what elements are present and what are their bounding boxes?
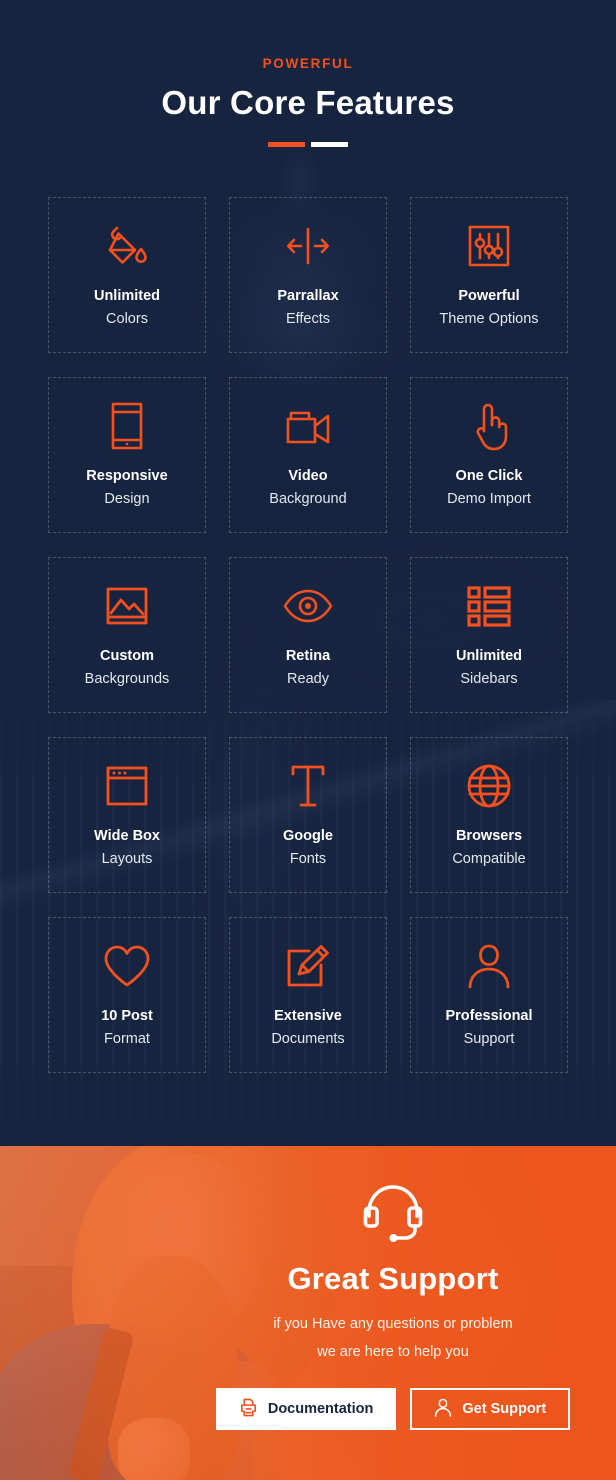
divider-bar-white <box>311 142 348 147</box>
feature-card-unlimited-colors[interactable]: Unlimited Colors <box>48 197 206 353</box>
feature-card-google-fonts[interactable]: Google Fonts <box>229 737 387 893</box>
great-support-section: Great Support if you Have any questions … <box>0 1146 616 1480</box>
feature-title: Powerful <box>458 287 520 304</box>
support-subtitle-line1: if you Have any questions or problem <box>273 1316 513 1332</box>
feature-subtitle: Support <box>463 1030 515 1047</box>
documentation-button-label: Documentation <box>267 1401 374 1418</box>
feature-subtitle: Design <box>104 490 150 507</box>
feature-card-one-click-demo-import[interactable]: One Click Demo Import <box>410 377 568 533</box>
support-subtitle-line2: we are here to help you <box>317 1343 469 1360</box>
text-type-icon <box>290 760 326 812</box>
user-icon <box>434 1398 452 1421</box>
parallax-arrows-icon <box>285 220 331 272</box>
support-buttons: Documentation Get Support <box>215 1388 571 1431</box>
feature-card-browsers-compatible[interactable]: Browsers Compatible <box>410 737 568 893</box>
support-subtitle: if you Have any questions or problem we … <box>273 1311 512 1366</box>
feature-title: Unlimited <box>455 647 523 664</box>
feature-subtitle: Demo Import <box>447 490 531 507</box>
feature-card-responsive-design[interactable]: Responsive Design <box>48 377 206 533</box>
feature-title: Video <box>288 467 328 484</box>
core-features-section: POWERFUL Our Core Features Unlimited Col… <box>0 0 616 1146</box>
feature-subtitle: Background <box>269 490 347 507</box>
feature-subtitle: Theme Options <box>439 310 539 327</box>
title-divider <box>0 142 616 147</box>
eye-icon <box>283 580 333 632</box>
get-support-button-label: Get Support <box>462 1401 547 1418</box>
features-grid: Unlimited Colors Parrallax Effects Power… <box>48 197 568 1073</box>
feature-title: Professional <box>445 1007 533 1024</box>
headset-icon <box>360 1182 426 1249</box>
feature-card-retina-ready[interactable]: Retina Ready <box>229 557 387 713</box>
feature-subtitle: Format <box>104 1030 150 1047</box>
pointing-hand-icon <box>470 400 508 452</box>
mobile-phone-icon <box>110 400 144 452</box>
edit-document-icon <box>285 940 331 992</box>
list-layout-icon <box>467 580 511 632</box>
image-picture-icon <box>105 580 149 632</box>
feature-title: Unlimited <box>93 287 161 304</box>
feature-subtitle: Fonts <box>289 850 327 867</box>
feature-landing-page: POWERFUL Our Core Features Unlimited Col… <box>0 0 616 1480</box>
feature-title: Responsive <box>86 467 168 484</box>
get-support-button[interactable]: Get Support <box>410 1388 571 1431</box>
feature-card-wide-box-layouts[interactable]: Wide Box Layouts <box>48 737 206 893</box>
feature-card-video-background[interactable]: Video Background <box>229 377 387 533</box>
feature-title: Wide Box <box>94 827 160 844</box>
person-icon <box>467 940 511 992</box>
section-eyebrow: POWERFUL <box>262 56 354 71</box>
feature-card-extensive-documents[interactable]: Extensive Documents <box>229 917 387 1073</box>
feature-card-custom-backgrounds[interactable]: Custom Backgrounds <box>48 557 206 713</box>
feature-title: Custom <box>100 647 154 664</box>
divider-bar-orange <box>268 142 305 147</box>
video-camera-icon <box>284 400 332 452</box>
support-title: Great Support <box>287 1261 499 1296</box>
feature-card-unlimited-sidebars[interactable]: Unlimited Sidebars <box>410 557 568 713</box>
feature-title: Google <box>283 827 333 844</box>
feature-title: Extensive <box>274 1007 342 1024</box>
feature-title: Retina <box>285 647 331 664</box>
feature-subtitle: Effects <box>285 310 331 327</box>
feature-subtitle: Documents <box>271 1030 345 1047</box>
section-header: POWERFUL Our Core Features <box>0 0 616 147</box>
documentation-button[interactable]: Documentation <box>215 1388 397 1431</box>
feature-card-10-post-format[interactable]: 10 Post Format <box>48 917 206 1073</box>
feature-card-professional-support[interactable]: Professional Support <box>410 917 568 1073</box>
page-title: Our Core Features <box>161 84 455 121</box>
feature-title: Parrallax <box>277 287 339 304</box>
feature-subtitle: Colors <box>106 310 148 327</box>
paint-bucket-icon <box>104 220 150 272</box>
printer-icon <box>239 1398 258 1421</box>
feature-card-powerful-theme-options[interactable]: Powerful Theme Options <box>410 197 568 353</box>
feature-card-parrallax-effects[interactable]: Parrallax Effects <box>229 197 387 353</box>
feature-title: Browsers <box>455 827 523 844</box>
feature-subtitle: Backgrounds <box>84 670 170 687</box>
feature-subtitle: Ready <box>287 670 329 687</box>
browser-window-icon <box>105 760 149 812</box>
feature-subtitle: Sidebars <box>460 670 518 687</box>
sliders-icon <box>467 220 511 272</box>
heart-icon <box>103 940 151 992</box>
feature-title: One Click <box>455 467 523 484</box>
feature-subtitle: Compatible <box>452 850 526 867</box>
feature-title: 10 Post <box>101 1007 153 1024</box>
globe-icon <box>466 760 512 812</box>
feature-subtitle: Layouts <box>101 850 153 867</box>
